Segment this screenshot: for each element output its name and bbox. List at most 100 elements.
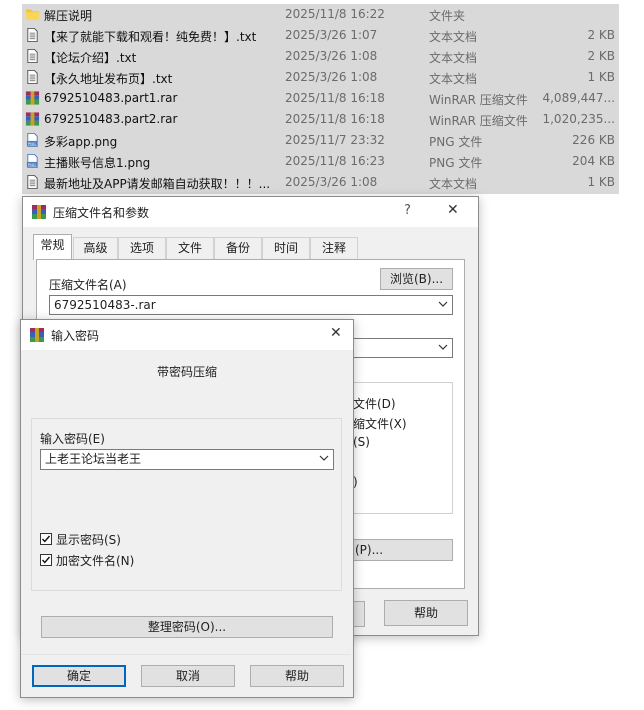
encrypt-filenames-checkbox[interactable] <box>40 554 52 566</box>
file-row[interactable]: 【永久地址发布页】.txt 2025/3/26 1:08 文本文档 1 KB <box>22 67 619 88</box>
option-label[interactable]: 文件(D) <box>353 395 396 412</box>
help-button[interactable]: 帮助 <box>384 600 468 626</box>
file-date: 2025/11/8 16:22 <box>285 7 385 21</box>
file-type: WinRAR 压缩文件 <box>429 114 528 128</box>
file-date: 2025/3/26 1:08 <box>285 175 378 189</box>
file-date: 2025/3/26 1:08 <box>285 70 378 84</box>
help-icon[interactable]: ? <box>404 203 411 218</box>
file-row[interactable]: 【论坛介绍】.txt 2025/3/26 1:08 文本文档 2 KB <box>22 46 619 67</box>
password-input[interactable]: 上老王论坛当老王 <box>40 449 334 470</box>
encrypt-filenames-label[interactable]: 加密文件名(N) <box>56 552 134 569</box>
file-type: PNG 文件 <box>429 156 483 170</box>
file-date: 2025/11/8 16:23 <box>285 154 385 168</box>
file-type: WinRAR 压缩文件 <box>429 93 528 107</box>
file-date: 2025/11/8 16:18 <box>285 91 385 105</box>
chevron-down-icon <box>438 344 448 350</box>
file-list: 解压说明 2025/11/8 16:22 文件夹 【来了就能下载和观看！纯免费！… <box>22 4 619 194</box>
show-password-label[interactable]: 显示密码(S) <box>56 531 121 548</box>
file-size: 2 KB <box>587 49 615 63</box>
file-row[interactable]: PNG 主播账号信息1.png 2025/11/8 16:23 PNG 文件 2… <box>22 151 619 172</box>
organize-passwords-button[interactable]: 整理密码(O)... <box>41 616 333 638</box>
file-name: 解压说明 <box>44 9 93 23</box>
tab-files[interactable]: 文件 <box>166 237 214 259</box>
close-icon[interactable]: ✕ <box>330 325 342 341</box>
file-type: 文本文档 <box>429 177 478 191</box>
file-name: 【永久地址发布页】.txt <box>44 72 173 86</box>
text-file-icon <box>27 48 38 64</box>
file-name: 多彩app.png <box>44 135 118 149</box>
file-type: PNG 文件 <box>429 135 483 149</box>
text-file-icon <box>27 69 38 85</box>
checkmark-icon <box>41 535 51 543</box>
archive-dialog-title: 压缩文件名和参数 <box>53 206 150 220</box>
archive-options-group: 文件(D) 缩文件(X) (S) ) <box>352 382 453 514</box>
file-date: 2025/11/7 23:32 <box>285 133 385 147</box>
file-name: 最新地址及APP请发邮箱自动获取！！！... <box>44 177 271 191</box>
option-label[interactable]: (S) <box>353 435 370 449</box>
archive-name-combo[interactable]: 6792510483-.rar <box>49 295 453 315</box>
browse-button[interactable]: 浏览(B)... <box>380 268 453 290</box>
enter-password-dialog: 输入密码 ✕ 带密码压缩 输入密码(E) 上老王论坛当老王 显示密码(S) 加密… <box>20 319 354 698</box>
help-button[interactable]: 帮助 <box>250 665 344 687</box>
file-date: 2025/11/8 16:18 <box>285 112 385 126</box>
tab-time[interactable]: 时间 <box>262 237 310 259</box>
file-row[interactable]: 最新地址及APP请发邮箱自动获取！！！... 2025/3/26 1:08 文本… <box>22 172 619 193</box>
archive-name-value: 6792510483-.rar <box>54 298 156 312</box>
file-size: 1 KB <box>587 175 615 189</box>
divider <box>21 654 351 655</box>
file-size: 4,089,447... <box>542 91 615 105</box>
option-label[interactable]: 缩文件(X) <box>353 415 407 432</box>
rar-archive-icon <box>25 91 40 105</box>
file-size: 204 KB <box>572 154 615 168</box>
file-date: 2025/3/26 1:07 <box>285 28 378 42</box>
archive-dialog-titlebar[interactable]: 压缩文件名和参数 ? ✕ <box>23 197 478 227</box>
png-file-icon: PNG <box>26 153 38 169</box>
file-size: 1 KB <box>587 70 615 84</box>
tab-backup[interactable]: 备份 <box>214 237 262 259</box>
png-file-icon: PNG <box>26 132 38 148</box>
svg-text:PNG: PNG <box>28 142 36 146</box>
folder-icon <box>25 9 40 20</box>
password-label: 输入密码(E) <box>40 432 105 446</box>
file-size: 226 KB <box>572 133 615 147</box>
show-password-checkbox[interactable] <box>40 533 52 545</box>
tab-options[interactable]: 选项 <box>118 237 166 259</box>
file-row[interactable]: 6792510483.part2.rar 2025/11/8 16:18 Win… <box>22 109 619 130</box>
update-mode-combo[interactable] <box>352 338 453 358</box>
file-size: 2 KB <box>587 28 615 42</box>
file-type: 文本文档 <box>429 51 478 65</box>
ok-button[interactable]: 确定 <box>32 665 126 687</box>
file-row[interactable]: 解压说明 2025/11/8 16:22 文件夹 <box>22 4 619 25</box>
chevron-down-icon <box>319 455 329 461</box>
text-file-icon <box>27 27 38 43</box>
file-name: 【来了就能下载和观看！纯免费！】.txt <box>44 30 257 44</box>
svg-text:PNG: PNG <box>28 163 36 167</box>
file-name: 6792510483.part1.rar <box>44 91 178 105</box>
close-icon[interactable]: ✕ <box>447 202 459 218</box>
password-dialog-titlebar[interactable]: 输入密码 ✕ <box>21 320 353 350</box>
cancel-button[interactable]: 取消 <box>141 665 235 687</box>
file-type: 文本文档 <box>429 72 478 86</box>
password-dialog-title: 输入密码 <box>51 329 100 343</box>
file-type: 文件夹 <box>429 9 466 23</box>
tab-advanced[interactable]: 高级 <box>73 237 118 259</box>
file-name: 主播账号信息1.png <box>44 156 151 170</box>
checkmark-icon <box>41 556 51 564</box>
file-date: 2025/3/26 1:08 <box>285 49 378 63</box>
tab-general[interactable]: 常规 <box>33 234 72 260</box>
password-heading: 带密码压缩 <box>157 365 218 379</box>
tab-comment[interactable]: 注释 <box>310 237 358 259</box>
file-name: 【论坛介绍】.txt <box>44 51 137 65</box>
text-file-icon <box>27 174 38 190</box>
set-password-button[interactable]: (P)... <box>352 539 453 561</box>
file-row[interactable]: PNG 多彩app.png 2025/11/7 23:32 PNG 文件 226… <box>22 130 619 151</box>
winrar-icon <box>32 205 46 219</box>
file-size: 1,020,235... <box>542 112 615 126</box>
chevron-down-icon <box>438 301 448 307</box>
file-row[interactable]: 6792510483.part1.rar 2025/11/8 16:18 Win… <box>22 88 619 109</box>
file-name: 6792510483.part2.rar <box>44 112 178 126</box>
file-type: 文本文档 <box>429 30 478 44</box>
archive-name-label: 压缩文件名(A) <box>49 278 127 292</box>
password-value: 上老王论坛当老王 <box>45 452 142 466</box>
file-row[interactable]: 【来了就能下载和观看！纯免费！】.txt 2025/3/26 1:07 文本文档… <box>22 25 619 46</box>
